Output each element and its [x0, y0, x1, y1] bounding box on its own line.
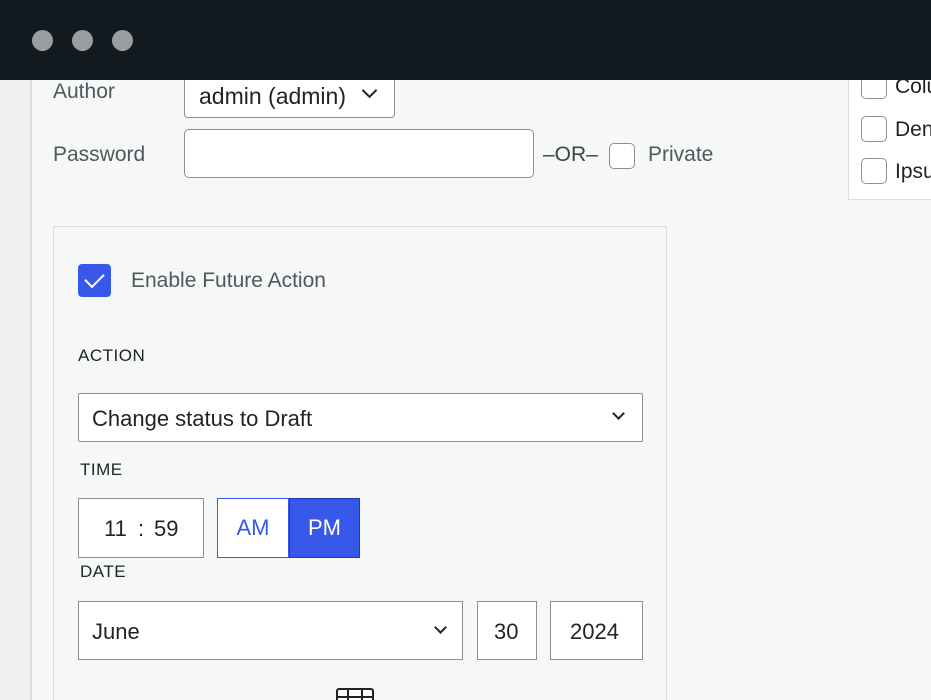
author-select-value: admin (admin)	[199, 83, 346, 109]
am-button[interactable]: AM	[217, 498, 289, 558]
day-value: 30	[494, 619, 519, 644]
or-separator: –OR–	[543, 143, 598, 166]
pm-button[interactable]: PM	[289, 498, 360, 558]
chevron-down-icon	[434, 621, 447, 634]
enable-future-action-checkbox[interactable]	[78, 264, 111, 297]
action-select[interactable]: Change status to Draft	[78, 393, 643, 442]
category-checkbox[interactable]	[861, 116, 887, 142]
chevron-down-icon	[361, 82, 378, 99]
action-heading: ACTION	[78, 346, 146, 365]
category-label: Den	[895, 118, 931, 141]
chevron-down-icon	[612, 407, 625, 420]
author-label: Author	[53, 80, 115, 103]
zoom-dot[interactable]	[112, 30, 133, 51]
private-checkbox[interactable]	[609, 143, 635, 169]
calendar-icon[interactable]	[336, 688, 374, 700]
date-heading: DATE	[80, 562, 127, 581]
category-item[interactable]: Den	[861, 116, 931, 146]
month-select[interactable]: June	[78, 601, 463, 660]
time-heading: TIME	[80, 460, 123, 479]
category-item[interactable]: Ipsu	[861, 158, 931, 188]
enable-future-action-label: Enable Future Action	[131, 269, 326, 292]
calendar-glyph	[338, 690, 372, 700]
day-input[interactable]: 30	[477, 601, 537, 660]
minimize-dot[interactable]	[72, 30, 93, 51]
hour-field[interactable]: 11	[104, 516, 127, 542]
month-value: June	[92, 619, 140, 644]
private-label: Private	[648, 143, 714, 166]
category-label: Ipsu	[895, 160, 931, 183]
time-input[interactable]: 11 : 59	[78, 498, 204, 558]
window-titlebar	[0, 0, 931, 80]
minute-field[interactable]: 59	[154, 516, 178, 542]
admin-sidebar-edge	[0, 80, 30, 700]
password-label: Password	[53, 143, 146, 166]
action-select-value: Change status to Draft	[92, 406, 313, 431]
time-separator: :	[138, 516, 145, 541]
password-input[interactable]	[184, 129, 534, 178]
year-value: 2024	[570, 619, 619, 644]
close-dot[interactable]	[32, 30, 53, 51]
category-checkbox[interactable]	[861, 158, 887, 184]
year-input[interactable]: 2024	[550, 601, 643, 660]
